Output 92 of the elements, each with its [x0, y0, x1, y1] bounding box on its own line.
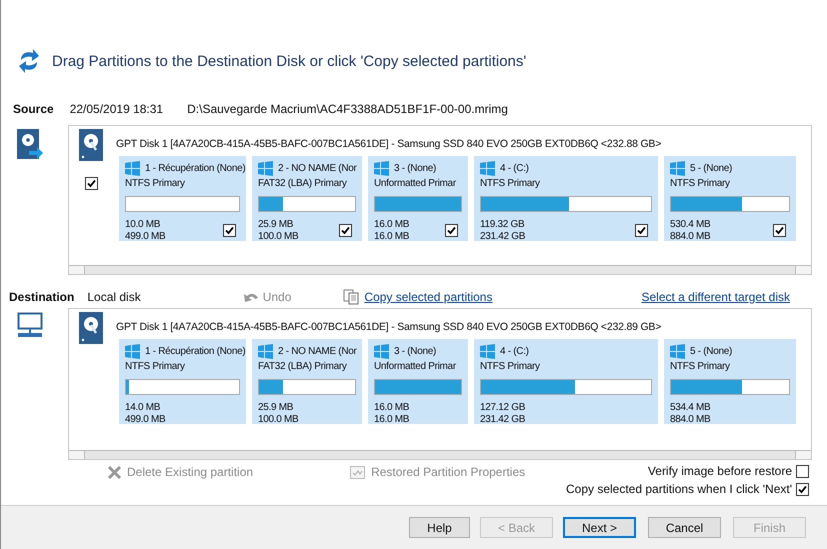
partition-name: 4 - (C:) — [500, 162, 529, 174]
total-size: 16.0 MB — [374, 414, 410, 424]
option-label: Copy selected partitions when I click 'Next' — [566, 482, 792, 496]
used-size: 14.0 MB — [125, 402, 162, 414]
total-size: 499.0 MB — [125, 414, 166, 424]
windows-icon — [125, 160, 140, 176]
partition-type: FAT32 (LBA) Primary — [258, 360, 347, 374]
partition-type: NTFS Primary — [480, 360, 540, 374]
partition-name: 2 - NO NAME (Nor — [278, 162, 357, 174]
partition-name: 2 - NO NAME (Nor — [278, 346, 357, 356]
windows-icon — [670, 344, 685, 358]
windows-icon — [258, 160, 273, 176]
partition-card[interactable]: 1 - Récupération (None) NTFS Primary 10.0 MB 499.0 MB — [119, 156, 246, 241]
used-size: 10.0 MB — [125, 219, 162, 230]
wizard-button[interactable]: Cancel — [648, 517, 721, 538]
checkbox[interactable] — [85, 177, 98, 190]
properties-icon — [350, 466, 366, 478]
total-size: 16.0 MB — [374, 230, 410, 241]
partition-type: NTFS Primary — [480, 177, 540, 191]
partition-card[interactable]: 2 - NO NAME (Nor FAT32 (LBA) Primary 25.9 MB 100.0 MB — [252, 339, 362, 424]
partition-card[interactable]: 3 - (None) Unformatted Primar 16.0 MB 16.0 MB — [368, 339, 468, 424]
source-label: Source — [13, 102, 54, 116]
checkbox[interactable] — [223, 224, 236, 237]
used-size: 127.12 GB — [480, 402, 526, 414]
destination-label: Destination — [9, 290, 74, 304]
partition-card[interactable]: 3 - (None) Unformatted Primar 16.0 MB 16.0 MB — [368, 156, 468, 241]
partition-card[interactable]: 5 - (None) NTFS Primary 530.4 MB 884.0 MB — [664, 156, 796, 241]
windows-icon — [480, 344, 495, 358]
copy-partitions-link[interactable]: Copy selected partitions — [364, 290, 492, 304]
total-size: 100.0 MB — [258, 414, 298, 424]
total-size: 100.0 MB — [258, 230, 298, 241]
disk-image-icon — [17, 129, 43, 159]
undo-icon — [242, 291, 259, 303]
windows-icon — [480, 160, 495, 176]
arrows-icon — [18, 48, 40, 74]
partition-type: Unformatted Primar — [374, 177, 456, 191]
windows-icon — [125, 344, 140, 358]
wizard-button[interactable]: Help — [409, 517, 470, 538]
checkbox[interactable] — [773, 224, 786, 237]
horizontal-scrollbar[interactable] — [69, 265, 811, 274]
partition-type: NTFS Primary — [125, 177, 185, 191]
disk-label: GPT Disk 1 [4A7A20CB-415A-45B5-BAFC-007BC1A561DE] - Samsung SSD 840 EVO 250GB EXT0DB6Q <232.89 GB> — [116, 321, 662, 333]
windows-icon — [374, 344, 389, 358]
close-icon — [108, 466, 121, 478]
select-disk-link[interactable]: Select a different target disk — [641, 290, 790, 304]
checkbox[interactable] — [635, 224, 648, 237]
copy-icon — [343, 289, 360, 305]
used-size: 16.0 MB — [374, 402, 410, 414]
partition-name: 5 - (None) — [690, 346, 732, 356]
partition-name: 1 - Récupération (None) — [145, 162, 246, 174]
windows-icon — [670, 160, 685, 176]
option-label: Verify image before restore — [648, 464, 792, 478]
partition-card[interactable]: 4 - (C:) NTFS Primary 127.12 GB 231.42 GB — [474, 339, 658, 424]
checkbox[interactable] — [796, 464, 809, 478]
total-size: 231.42 GB — [480, 230, 526, 241]
partition-type: NTFS Primary — [670, 360, 730, 374]
wizard-button[interactable]: Next > — [563, 517, 636, 538]
used-size: 530.4 MB — [670, 219, 710, 230]
total-size: 231.42 GB — [480, 414, 526, 424]
target-label: Local disk — [87, 290, 141, 304]
used-size: 534.4 MB — [670, 402, 710, 414]
partition-name: 1 - Récupération (None) — [145, 346, 246, 356]
total-size: 884.0 MB — [670, 414, 710, 424]
partition-card[interactable]: 5 - (None) NTFS Primary 534.4 MB 884.0 MB — [664, 339, 796, 424]
computer-icon — [17, 312, 43, 338]
partition-type: NTFS Primary — [125, 360, 185, 374]
partition-name: 5 - (None) — [690, 162, 732, 174]
horizontal-scrollbar[interactable] — [69, 450, 811, 459]
partition-card[interactable]: 4 - (C:) NTFS Primary 119.32 GB 231.42 GB — [474, 156, 658, 241]
used-size: 119.32 GB — [480, 219, 526, 230]
page-title: Drag Partitions to the Destination Disk or click 'Copy selected partitions' — [52, 52, 526, 70]
partition-card[interactable]: 1 - Récupération (None) NTFS Primary 14.0 MB 499.0 MB — [119, 339, 246, 424]
total-size: 884.0 MB — [670, 230, 710, 241]
image-date: 22/05/2019 18:31 — [70, 102, 164, 116]
windows-icon — [258, 344, 273, 358]
checkbox[interactable] — [339, 224, 352, 237]
total-size: 499.0 MB — [125, 230, 166, 241]
partition-name: 4 - (C:) — [500, 346, 529, 356]
checkbox[interactable] — [445, 224, 458, 237]
windows-icon — [374, 160, 389, 176]
used-size: 25.9 MB — [258, 402, 294, 414]
partition-name: 3 - (None) — [394, 162, 436, 174]
used-size: 25.9 MB — [258, 219, 294, 230]
image-path: D:\Sauvegarde Macrium\AC4F3388AD51BF1F-00-00.mrimg — [187, 102, 508, 116]
partition-card[interactable]: 2 - NO NAME (Nor FAT32 (LBA) Primary 25.9 MB 100.0 MB — [252, 156, 362, 241]
partition-type: FAT32 (LBA) Primary — [258, 177, 347, 191]
partition-type: Unformatted Primar — [374, 360, 456, 374]
partition-name: 3 - (None) — [394, 346, 436, 356]
partition-type: NTFS Primary — [670, 177, 730, 191]
used-size: 16.0 MB — [374, 219, 410, 230]
checkbox[interactable] — [796, 482, 809, 496]
disk-label: GPT Disk 1 [4A7A20CB-415A-45B5-BAFC-007BC1A561DE] - Samsung SSD 840 EVO 250GB EXT0DB6Q <232.88 GB> — [116, 138, 662, 150]
